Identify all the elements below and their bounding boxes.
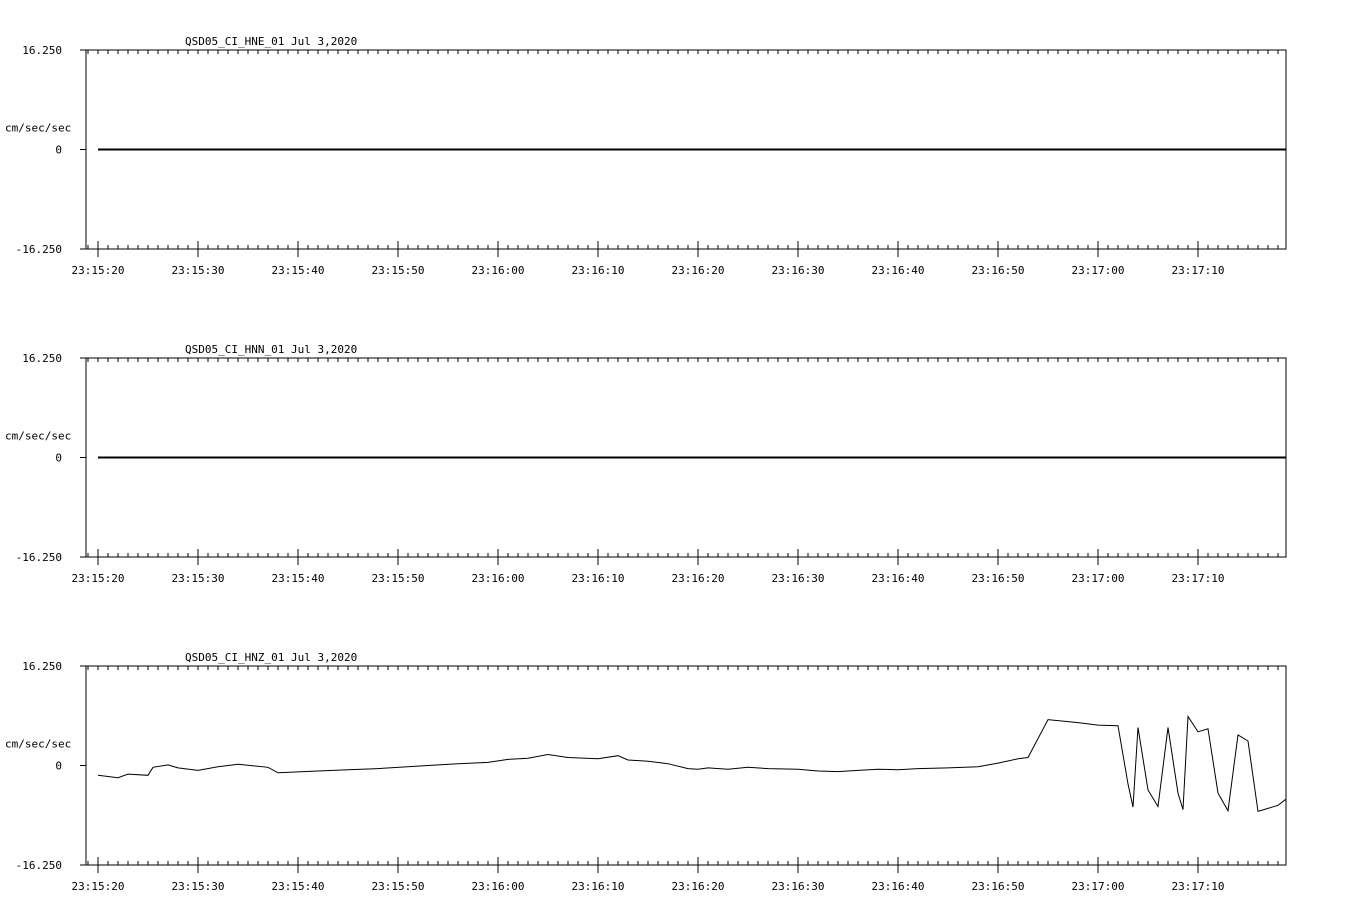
y-tick-label: 0 [55,760,62,773]
panel-title: QSD05_CI_HNN_01 Jul 3,2020 [185,343,357,356]
x-tick-label: 23:16:50 [972,572,1025,585]
x-tick-label: 23:15:50 [372,264,425,277]
y-tick-label: 16.250 [22,660,62,673]
x-tick-label: 23:17:10 [1172,572,1225,585]
x-tick-label: 23:16:20 [672,264,725,277]
y-tick-label: 16.250 [22,352,62,365]
y-axis-label: cm/sec/sec [5,430,71,443]
x-tick-label: 23:16:10 [572,572,625,585]
y-tick-label: -16.250 [16,551,62,564]
x-tick-label: 23:16:30 [772,264,825,277]
x-tick-label: 23:16:50 [972,264,1025,277]
x-tick-label: 23:15:20 [72,572,125,585]
panel-3: QSD05_CI_HNZ_01 Jul 3,2020 16.250 0 -16.250… [5,651,1287,893]
x-tick-label: 23:15:20 [72,880,125,893]
x-tick-label: 23:16:40 [872,880,925,893]
x-tick-label: 23:16:00 [472,572,525,585]
x-tick-label: 23:16:40 [872,572,925,585]
x-tick-label: 23:17:00 [1072,572,1125,585]
x-tick-label: 23:15:40 [272,572,325,585]
x-tick-label: 23:15:50 [372,880,425,893]
x-tick-label: 23:17:10 [1172,880,1225,893]
y-tick-label: -16.250 [16,243,62,256]
panel-2: QSD05_CI_HNN_01 Jul 3,2020 16.250 0 -16.250… [5,343,1287,585]
x-tick-label: 23:16:50 [972,880,1025,893]
x-tick-label: 23:15:30 [172,880,225,893]
x-tick-label: 23:16:20 [672,572,725,585]
x-tick-label: 23:16:10 [572,880,625,893]
panel-title: QSD05_CI_HNE_01 Jul 3,2020 [185,35,357,48]
x-tick-label: 23:16:20 [672,880,725,893]
x-tick-label: 23:17:00 [1072,880,1125,893]
seismogram-figure: QSD05_CI_HNE_01 Jul 3,2020 16.250 0 -16.250… [5,35,1287,893]
x-tick-label: 23:17:10 [1172,264,1225,277]
x-tick-label: 23:16:00 [472,880,525,893]
x-tick-label: 23:15:50 [372,572,425,585]
x-tick-label: 23:17:00 [1072,264,1125,277]
y-tick-label: -16.250 [16,859,62,872]
panel-title: QSD05_CI_HNZ_01 Jul 3,2020 [185,651,357,664]
series-line [97,714,1287,813]
x-tick-label: 23:16:40 [872,264,925,277]
x-tick-label: 23:15:40 [272,264,325,277]
x-tick-label: 23:16:00 [472,264,525,277]
x-tick-label: 23:15:30 [172,572,225,585]
x-tick-label: 23:15:20 [72,264,125,277]
y-tick-label: 0 [55,144,62,157]
x-tick-label: 23:15:40 [272,880,325,893]
y-tick-label: 0 [55,452,62,465]
x-tick-label: 23:16:30 [772,880,825,893]
plot-frame [85,665,1287,866]
x-tick-label: 23:16:10 [572,264,625,277]
y-tick-label: 16.250 [22,44,62,57]
x-tick-label: 23:15:30 [172,264,225,277]
panel-1: QSD05_CI_HNE_01 Jul 3,2020 16.250 0 -16.250… [5,35,1287,277]
x-tick-label: 23:16:30 [772,572,825,585]
y-axis-label: cm/sec/sec [5,738,71,751]
y-axis-label: cm/sec/sec [5,122,71,135]
